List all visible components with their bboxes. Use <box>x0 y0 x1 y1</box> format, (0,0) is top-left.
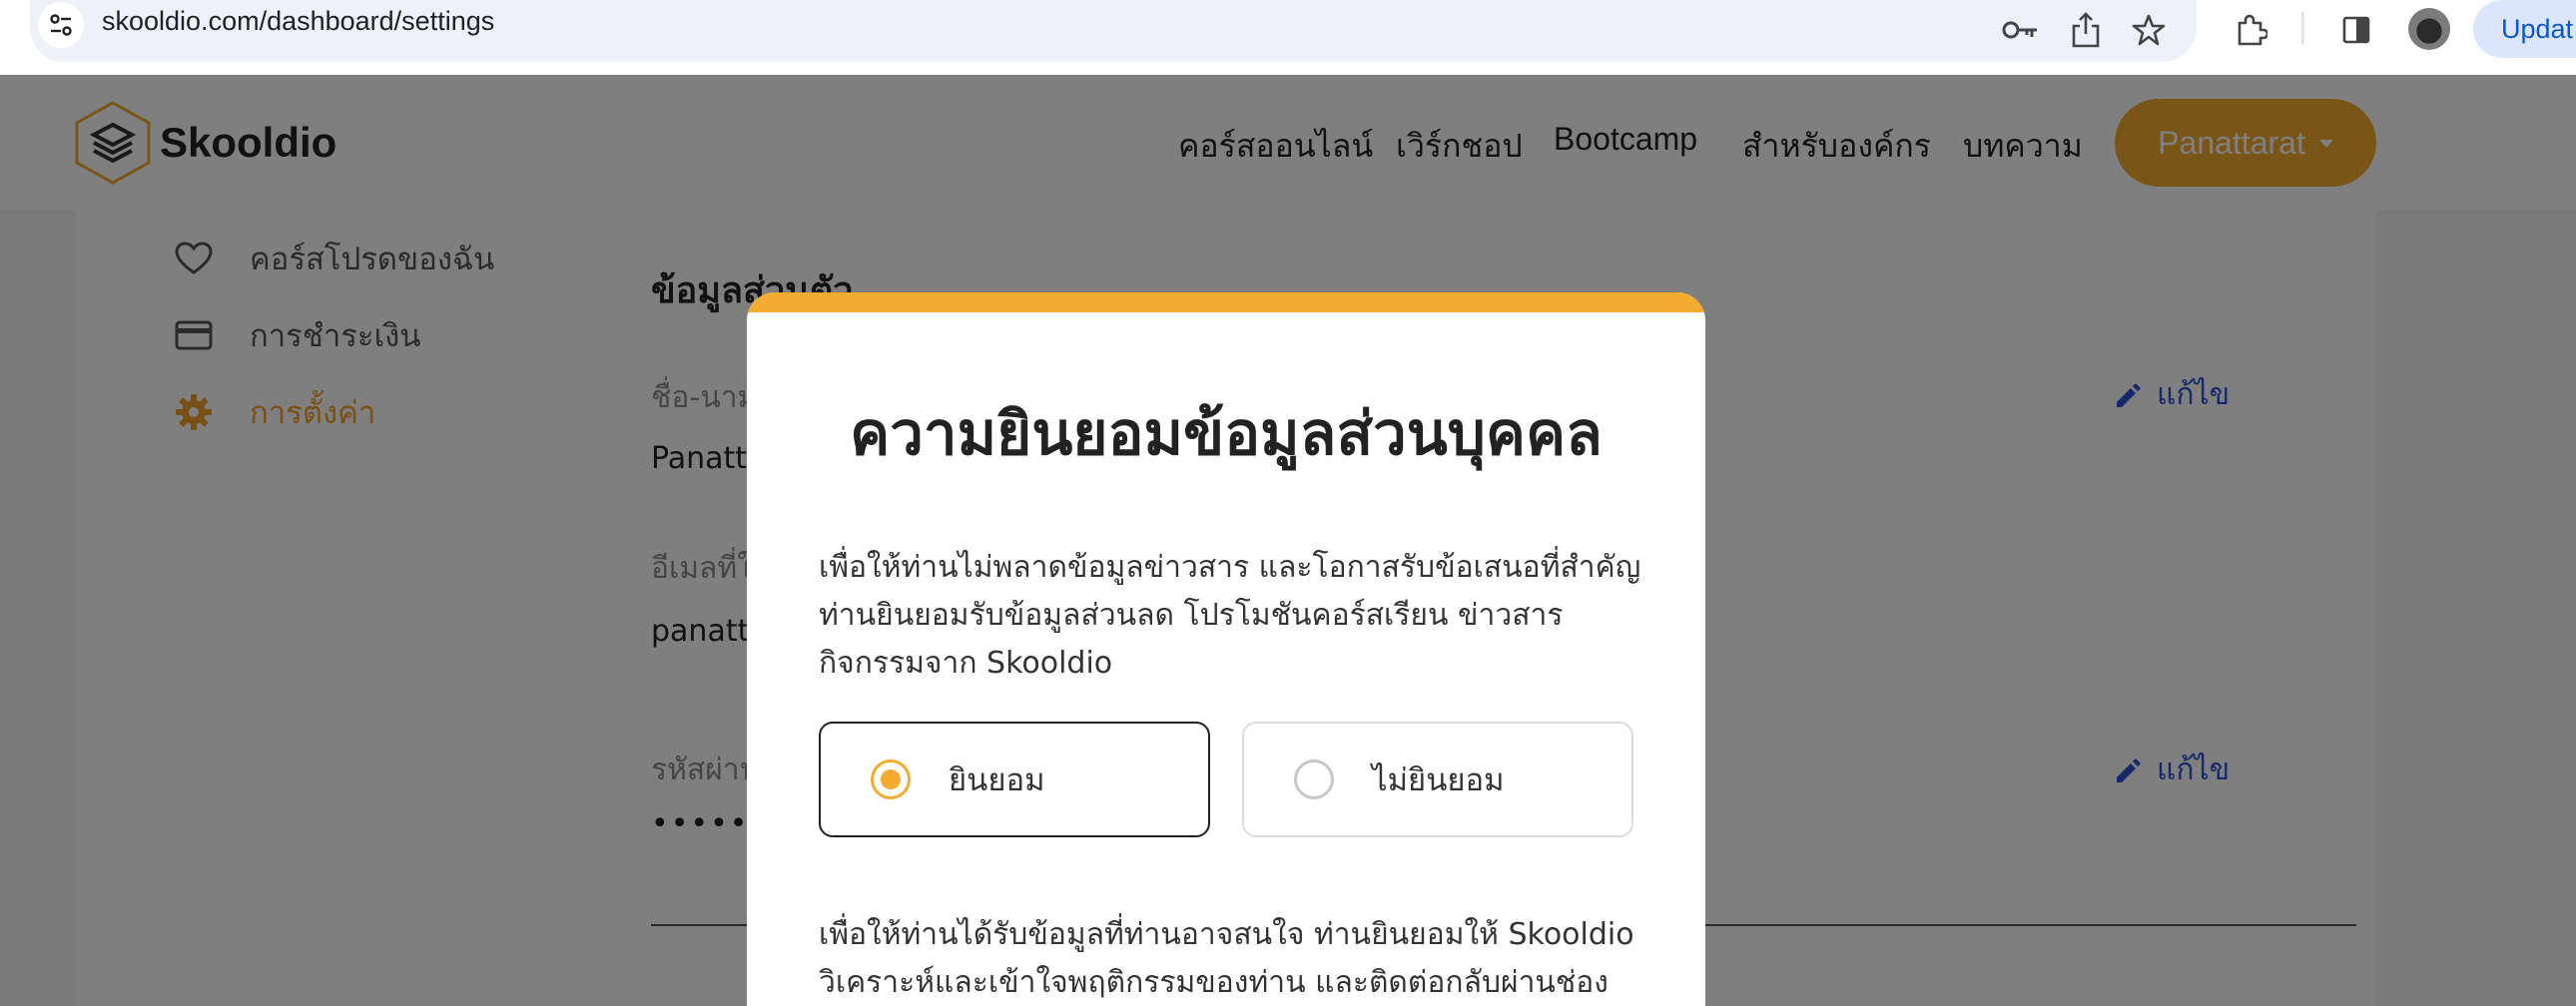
toolbar-separator <box>2301 12 2304 44</box>
consent-modal: ความยินยอมข้อมูลส่วนบุคคล เพื่อให้ท่านไม… <box>747 292 1705 1006</box>
text-line: เพื่อให้ท่านไม่พลาดข้อมูลข่าวสาร และโอกา… <box>819 550 1641 585</box>
text-line: วิเคราะห์และเข้าใจพฤติกรรมของท่าน และติด… <box>819 965 1609 1000</box>
site-info-icon[interactable] <box>38 2 84 48</box>
side-panel-icon[interactable] <box>2334 8 2378 52</box>
profile-avatar[interactable] <box>2408 8 2450 50</box>
radio-selected-icon[interactable] <box>871 759 911 799</box>
update-button[interactable]: Updat <box>2473 0 2576 58</box>
consent-option-agree[interactable]: ยินยอม <box>819 722 1210 837</box>
extensions-icon[interactable] <box>2229 8 2272 52</box>
share-icon[interactable] <box>2064 8 2108 52</box>
radio-unselected-icon[interactable] <box>1294 759 1334 799</box>
consent-option-disagree[interactable]: ไม่ยินยอม <box>1242 722 1633 837</box>
option-label: ไม่ยินยอม <box>1372 762 1505 798</box>
bookmark-star-icon[interactable] <box>2127 8 2171 52</box>
key-icon[interactable] <box>1999 8 2043 52</box>
option-label: ยินยอม <box>949 762 1045 798</box>
address-bar[interactable]: skooldio.com/dashboard/settings <box>30 0 2197 62</box>
text-line: กิจกรรมจาก Skooldio <box>819 646 1113 681</box>
consent-paragraph-1: เพื่อให้ท่านไม่พลาดข้อมูลข่าวสาร และโอกา… <box>819 544 1647 688</box>
consent-paragraph-2: เพื่อให้ท่านได้รับข้อมูลที่ท่านอาจสนใจ ท… <box>819 911 1647 1006</box>
text-line: เพื่อให้ท่านได้รับข้อมูลที่ท่านอาจสนใจ ท… <box>819 917 1634 952</box>
text-line: ท่านยินยอมรับข้อมูลส่วนลด โปรโมชันคอร์สเ… <box>819 598 1564 633</box>
browser-toolbar: skooldio.com/dashboard/settings Updat <box>0 0 2576 75</box>
modal-title: ความยินยอมข้อมูลส่วนบุคคล <box>850 399 1603 469</box>
modal-accent-bar <box>747 292 1705 312</box>
url-text[interactable]: skooldio.com/dashboard/settings <box>102 6 494 37</box>
